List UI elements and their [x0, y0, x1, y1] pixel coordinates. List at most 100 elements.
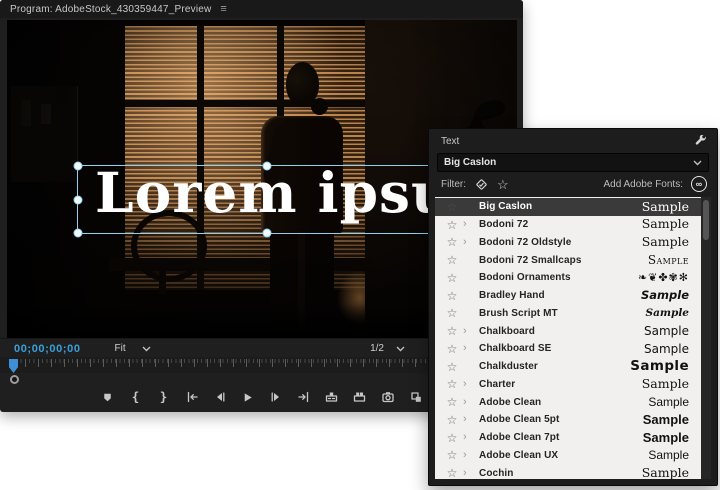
wrench-icon[interactable] [694, 135, 707, 148]
font-list-item[interactable]: ☆ › Adobe Clean Sample [435, 393, 701, 411]
playback-resolution-select[interactable]: 1/2 [370, 343, 405, 354]
font-name: Chalkduster [479, 361, 538, 373]
favorite-star-icon[interactable]: ☆ [445, 290, 459, 302]
font-sample-text: Sample [644, 341, 689, 356]
favorite-star-icon[interactable]: ☆ [445, 236, 459, 248]
play-button[interactable] [240, 390, 255, 405]
font-list-item[interactable]: ☆ › Charter Sample [435, 376, 701, 394]
zoom-scroll-handle[interactable] [10, 375, 19, 384]
add-marker-button[interactable] [100, 390, 115, 405]
go-to-out-button[interactable] [296, 390, 311, 405]
font-name: Adobe Clean 7pt [479, 432, 560, 444]
font-sample-text: Sample [647, 253, 689, 268]
selection-handle[interactable] [262, 228, 272, 238]
favorite-star-icon[interactable]: ☆ [445, 449, 459, 461]
mark-in-button[interactable]: { [128, 390, 143, 405]
favorite-star-icon[interactable]: ☆ [445, 307, 459, 319]
text-selection-box[interactable] [73, 161, 461, 238]
font-name: Brush Script MT [479, 307, 558, 319]
favorite-star-icon[interactable]: ☆ [445, 361, 459, 373]
filter-label: Filter: [441, 178, 466, 190]
chevron-down-icon [142, 346, 151, 351]
font-list-item[interactable]: ☆ › Adobe Clean UX Sample [435, 447, 701, 465]
font-list-item[interactable]: ☆ › Cochin Sample [435, 464, 701, 479]
mark-out-button[interactable]: } [156, 390, 171, 405]
favorite-star-icon[interactable]: ☆ [445, 378, 459, 390]
font-family-select[interactable]: Big Caslon [437, 153, 709, 172]
font-list-item[interactable]: ☆ › Bodoni 72 Oldstyle Sample [435, 234, 701, 252]
font-list-item[interactable]: ☆ › Bodoni 72 Smallcaps Sample [435, 251, 701, 269]
favorite-star-icon[interactable]: ☆ [445, 272, 459, 284]
extract-button[interactable] [352, 390, 367, 405]
expand-chevron-icon[interactable]: › [463, 343, 473, 354]
font-list-item[interactable]: ☆ › Brush Script MT Sample [435, 305, 701, 323]
expand-chevron-icon[interactable]: › [463, 378, 473, 390]
panel-menu-icon[interactable]: ≡ [220, 3, 227, 15]
favorite-star-icon[interactable]: ☆ [445, 219, 459, 231]
font-list-item[interactable]: ☆ › Big Caslon Sample [435, 198, 701, 216]
font-name: Cochin [479, 467, 514, 479]
comparison-view-button[interactable] [408, 390, 423, 405]
font-list-item[interactable]: ☆ › Chalkduster Sample [435, 358, 701, 376]
font-sample-text: Sample [641, 376, 689, 392]
step-back-button[interactable] [212, 390, 227, 405]
favorite-star-icon[interactable]: ☆ [445, 343, 459, 355]
favorite-star-icon[interactable]: ☆ [445, 432, 459, 444]
expand-chevron-icon[interactable]: › [463, 449, 473, 461]
selection-handle[interactable] [73, 195, 83, 204]
font-list: ☆ › Big Caslon Sample ☆ › Bodoni 72 Samp… [435, 197, 701, 479]
favorite-star-icon[interactable]: ☆ [445, 201, 459, 213]
font-sample-text: ❧❦✤✾✻ [637, 271, 689, 285]
font-list-item[interactable]: ☆ › Chalkboard SE Sample [435, 340, 701, 358]
font-list-item[interactable]: ☆ › Bradley Hand Sample [435, 287, 701, 305]
step-forward-button[interactable] [268, 390, 283, 405]
adobe-fonts-filter-icon[interactable] [474, 177, 489, 192]
font-sample-text: Sample [641, 234, 689, 250]
font-name: Bodoni 72 [479, 219, 529, 231]
expand-chevron-icon[interactable]: › [463, 414, 473, 425]
lift-button[interactable] [324, 390, 339, 405]
expand-chevron-icon[interactable]: › [463, 396, 473, 408]
text-panel-title: Text [441, 136, 460, 147]
font-list-scrollbar[interactable] [701, 197, 711, 479]
font-sample-text: Sample [642, 430, 689, 446]
favorite-star-icon[interactable]: ☆ [445, 396, 459, 408]
current-timecode[interactable]: 00;00;00;00 [14, 343, 81, 355]
expand-chevron-icon[interactable]: › [463, 432, 473, 443]
expand-chevron-icon[interactable]: › [463, 467, 473, 479]
favorite-star-icon[interactable]: ☆ [445, 467, 459, 479]
expand-chevron-icon[interactable]: › [463, 219, 473, 230]
font-list-item[interactable]: ☆ › Chalkboard Sample [435, 322, 701, 340]
favorite-star-icon[interactable]: ☆ [445, 254, 459, 266]
chevron-down-icon [693, 160, 702, 165]
selection-handle[interactable] [73, 161, 83, 171]
font-name: Chalkboard [479, 325, 536, 337]
font-list-item[interactable]: ☆ › Bodoni 72 Sample [435, 216, 701, 234]
favorites-filter-icon[interactable]: ☆ [497, 178, 509, 191]
font-name: Charter [479, 378, 516, 390]
favorite-star-icon[interactable]: ☆ [445, 414, 459, 426]
selection-handle[interactable] [73, 228, 83, 238]
font-sample-text: Sample [644, 324, 689, 339]
font-sample-text: Sample [641, 198, 689, 214]
program-title: Program: AdobeStock_430359447_Preview [10, 3, 212, 15]
favorite-star-icon[interactable]: ☆ [445, 325, 459, 337]
add-adobe-fonts-label: Add Adobe Fonts: [603, 178, 683, 190]
program-titlebar: Program: AdobeStock_430359447_Preview ≡ [0, 0, 523, 18]
selection-handle[interactable] [262, 161, 272, 171]
expand-chevron-icon[interactable]: › [463, 325, 473, 337]
zoom-level-select[interactable]: Fit [115, 343, 151, 354]
font-name: Big Caslon [479, 201, 533, 213]
font-list-item[interactable]: ☆ › Adobe Clean 5pt Sample [435, 411, 701, 429]
chevron-down-icon [396, 346, 405, 351]
scrollbar-thumb[interactable] [703, 200, 709, 240]
text-panel: Text Big Caslon Filter: ☆ Add Adobe Font… [428, 128, 718, 486]
font-list-item[interactable]: ☆ › Bodoni Ornaments ❧❦✤✾✻ [435, 269, 701, 287]
go-to-in-button[interactable] [184, 390, 199, 405]
font-name: Adobe Clean UX [479, 449, 559, 461]
expand-chevron-icon[interactable]: › [463, 236, 473, 248]
font-list-item[interactable]: ☆ › Adobe Clean 7pt Sample [435, 429, 701, 447]
creative-cloud-icon[interactable]: ∞ [691, 176, 707, 192]
font-name: Bodoni 72 Smallcaps [479, 254, 582, 266]
export-frame-button[interactable] [380, 390, 395, 405]
